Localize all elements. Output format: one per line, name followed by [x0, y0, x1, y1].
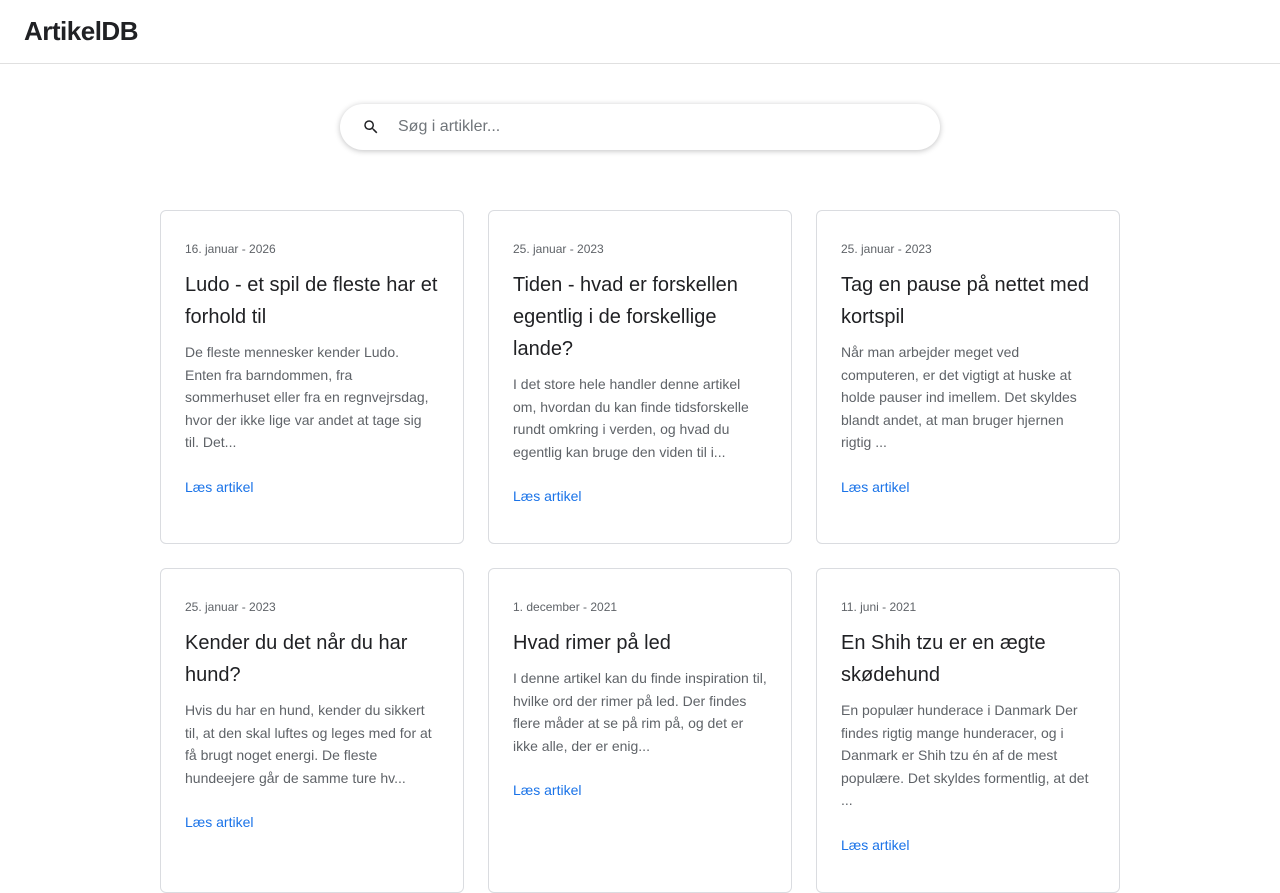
article-card: 25. januar - 2023 Tag en pause på nettet… [816, 210, 1120, 544]
article-date: 25. januar - 2023 [841, 242, 932, 256]
article-title: Tag en pause på nettet med kortspil [841, 274, 1089, 328]
article-excerpt: De fleste mennesker kender Ludo. Enten f… [185, 344, 429, 450]
search-area [0, 104, 1280, 150]
read-article-link[interactable]: Læs artikel [513, 780, 581, 800]
article-date: 25. januar - 2023 [513, 242, 604, 256]
article-card: 11. juni - 2021 En Shih tzu er en ægte s… [816, 568, 1120, 893]
article-date: 1. december - 2021 [513, 600, 618, 614]
read-article-link[interactable]: Læs artikel [841, 477, 909, 497]
article-card: 25. januar - 2023 Tiden - hvad er forske… [488, 210, 792, 544]
search-input[interactable] [396, 117, 940, 137]
article-title: Ludo - et spil de fleste har et forhold … [185, 274, 438, 328]
read-article-link[interactable]: Læs artikel [513, 486, 581, 506]
article-excerpt: En populær hunderace i Danmark Der finde… [841, 702, 1089, 808]
article-date: 11. juni - 2021 [841, 600, 917, 614]
article-card: 1. december - 2021 Hvad rimer på led I d… [488, 568, 792, 893]
site-logo[interactable]: ArtikelDB [24, 16, 138, 47]
article-excerpt: Når man arbejder meget ved computeren, e… [841, 344, 1077, 450]
read-article-link[interactable]: Læs artikel [185, 477, 253, 497]
read-article-link[interactable]: Læs artikel [185, 812, 253, 832]
search-bar[interactable] [340, 104, 940, 150]
article-excerpt: I denne artikel kan du finde inspiration… [513, 670, 767, 754]
site-header: ArtikelDB [0, 0, 1280, 64]
article-grid: 16. januar - 2026 Ludo - et spil de fles… [160, 210, 1120, 893]
article-title: En Shih tzu er en ægte skødehund [841, 632, 1046, 686]
search-icon [364, 120, 378, 134]
article-date: 25. januar - 2023 [185, 600, 276, 614]
article-title: Kender du det når du har hund? [185, 632, 408, 686]
article-date: 16. januar - 2026 [185, 242, 276, 256]
article-card: 16. januar - 2026 Ludo - et spil de fles… [160, 210, 464, 544]
article-excerpt: Hvis du har en hund, kender du sikkert t… [185, 702, 432, 786]
article-title: Hvad rimer på led [513, 632, 671, 654]
article-title: Tiden - hvad er forskellen egentlig i de… [513, 274, 738, 360]
article-card: 25. januar - 2023 Kender du det når du h… [160, 568, 464, 893]
read-article-link[interactable]: Læs artikel [841, 835, 909, 855]
article-excerpt: I det store hele handler denne artikel o… [513, 376, 749, 460]
